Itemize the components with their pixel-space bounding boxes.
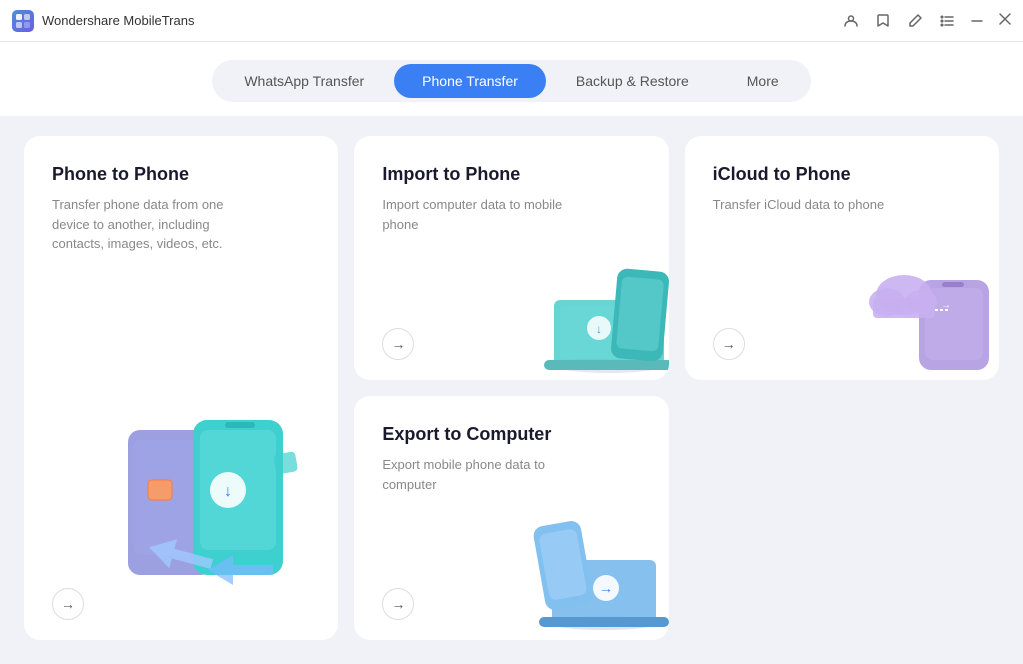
titlebar-controls — [843, 12, 1011, 30]
tab-more[interactable]: More — [719, 64, 807, 98]
card-phone-to-phone-desc: Transfer phone data from one device to a… — [52, 195, 252, 254]
svg-text:↓: ↓ — [596, 322, 602, 336]
card-icloud-desc: Transfer iCloud data to phone — [713, 195, 913, 215]
account-icon[interactable] — [843, 13, 859, 29]
svg-text:→: → — [941, 300, 951, 311]
empty-cell — [685, 396, 999, 640]
titlebar: Wondershare MobileTrans — [0, 0, 1023, 42]
icloud-arrow[interactable]: → — [713, 328, 745, 360]
app-icon — [12, 10, 34, 32]
phone-to-phone-illustration: ↓ — [118, 400, 338, 600]
main-content: Phone to Phone Transfer phone data from … — [0, 116, 1023, 664]
export-arrow[interactable]: → — [382, 588, 414, 620]
card-export-to-computer[interactable]: Export to Computer Export mobile phone d… — [354, 396, 668, 640]
edit-icon[interactable] — [907, 13, 923, 29]
card-icloud-to-phone[interactable]: iCloud to Phone Transfer iCloud data to … — [685, 136, 999, 380]
card-phone-to-phone[interactable]: Phone to Phone Transfer phone data from … — [24, 136, 338, 640]
svg-text:↓: ↓ — [224, 483, 232, 500]
card-export-title: Export to Computer — [382, 424, 640, 445]
bookmark-icon[interactable] — [875, 13, 891, 29]
tab-phone[interactable]: Phone Transfer — [394, 64, 546, 98]
tab-backup[interactable]: Backup & Restore — [548, 64, 717, 98]
card-import-to-phone[interactable]: Import to Phone Import computer data to … — [354, 136, 668, 380]
titlebar-left: Wondershare MobileTrans — [12, 10, 194, 32]
card-export-desc: Export mobile phone data to computer — [382, 455, 582, 494]
import-illustration: ↓ — [534, 240, 664, 370]
card-import-desc: Import computer data to mobile phone — [382, 195, 582, 234]
app-name: Wondershare MobileTrans — [42, 13, 194, 28]
menu-icon[interactable] — [939, 13, 955, 29]
minimize-icon[interactable] — [971, 15, 983, 27]
tab-whatsapp[interactable]: WhatsApp Transfer — [216, 64, 392, 98]
export-illustration: → — [524, 495, 664, 635]
nav-bar: WhatsApp Transfer Phone Transfer Backup … — [0, 42, 1023, 116]
nav-tabs: WhatsApp Transfer Phone Transfer Backup … — [212, 60, 810, 102]
svg-text:→: → — [599, 580, 613, 596]
card-phone-to-phone-title: Phone to Phone — [52, 164, 310, 185]
icloud-illustration: → — [859, 240, 989, 370]
card-icloud-title: iCloud to Phone — [713, 164, 971, 185]
card-import-title: Import to Phone — [382, 164, 640, 185]
close-icon[interactable] — [999, 12, 1011, 30]
import-arrow[interactable]: → — [382, 328, 414, 360]
phone-to-phone-arrow[interactable]: → — [52, 588, 84, 620]
